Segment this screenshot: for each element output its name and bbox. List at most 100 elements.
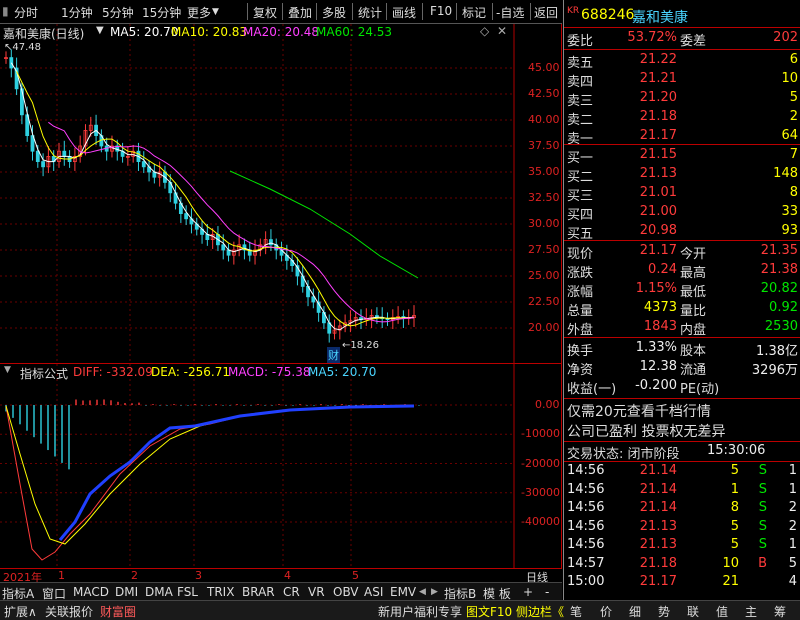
buy-level-volume: 148	[773, 166, 798, 181]
mark-button[interactable]: 标记	[462, 4, 486, 21]
stats-button[interactable]: 统计	[358, 4, 382, 21]
chevron-down-icon[interactable]: ▼	[4, 365, 11, 375]
buy-level-price: 21.15	[639, 147, 677, 162]
buy-level-row[interactable]: 买五 20.98 93	[564, 223, 800, 242]
candle-body	[62, 150, 67, 157]
sidebar-toggle[interactable]: 侧边栏《	[516, 603, 564, 620]
tick-side: B	[758, 555, 767, 571]
macd-tick-label: 0.00	[535, 398, 560, 411]
macd-canvas[interactable]	[0, 364, 562, 568]
tick-time: 14:56	[567, 500, 605, 515]
period-minute-tab[interactable]: 分时	[14, 4, 38, 21]
quote-label: 涨跌	[567, 266, 594, 281]
tick-side: S	[758, 481, 767, 497]
tick-price: 21.14	[639, 463, 677, 478]
macd-legend: MACD: -75.38	[228, 365, 311, 379]
tick-time: 14:56	[567, 537, 605, 552]
tick-volume: 5	[730, 537, 739, 552]
buy-level-price: 21.01	[639, 185, 677, 200]
tab-main[interactable]: 主	[745, 603, 757, 620]
tick-time: 14:56	[567, 463, 605, 478]
quote-panel: KR 688246 嘉和美康 委比 53.72% 委差 202 卖五 21.22 6…	[563, 0, 800, 600]
tick-volume: 1	[730, 481, 739, 497]
tick-count: 1	[788, 463, 797, 478]
fundamental-label: 换手	[567, 344, 594, 359]
tab-chips[interactable]: 筹	[774, 603, 786, 620]
financial-report-marker[interactable]: 财	[327, 347, 340, 363]
buy-level-row[interactable]: 买三 21.01 8	[564, 185, 800, 204]
settings-diamond-icon[interactable]: ◇	[480, 24, 489, 38]
tab-price[interactable]: 价	[600, 603, 612, 620]
chevron-down-icon[interactable]: ▼	[96, 25, 104, 36]
menu-toggle-icon[interactable]: ▮	[2, 4, 9, 18]
tab-trades[interactable]: 笔	[570, 603, 582, 620]
candle-body	[41, 161, 45, 168]
tab-link[interactable]: 联	[687, 603, 699, 620]
tab-emv[interactable]: EMV	[390, 585, 416, 599]
tab-dma[interactable]: DMA	[145, 585, 173, 599]
buy-level-row[interactable]: 买二 21.13 148	[564, 166, 800, 185]
chevron-down-icon[interactable]: ▼	[212, 7, 219, 17]
sell-level-row[interactable]: 卖四 21.21 10	[564, 71, 800, 90]
kline-canvas[interactable]	[0, 24, 562, 364]
close-icon[interactable]: ✕	[497, 24, 507, 38]
tab-dmi[interactable]: DMI	[115, 585, 138, 599]
period-5min-tab[interactable]: 5分钟	[102, 4, 134, 21]
expand-button[interactable]: 扩展∧	[4, 603, 37, 620]
sell-level-row[interactable]: 卖五 21.22 6	[564, 52, 800, 71]
graphic-f10-link[interactable]: 图文F10	[466, 603, 512, 620]
tab-cr[interactable]: CR	[283, 585, 300, 599]
sell-level-row[interactable]: 卖二 21.18 2	[564, 109, 800, 128]
tab-vr[interactable]: VR	[308, 585, 325, 599]
chevron-left-icon[interactable]: ◀	[419, 587, 426, 597]
quote-label: 最低	[680, 285, 707, 300]
tab-value[interactable]: 值	[716, 603, 728, 620]
indicator-formula-label[interactable]: 指标公式	[20, 365, 68, 382]
period-1min-tab[interactable]: 1分钟	[61, 4, 93, 21]
price-tick-label: 42.50	[528, 87, 560, 100]
wealth-circle-button[interactable]: 财富圈	[100, 603, 136, 620]
related-quote-button[interactable]: 关联报价	[45, 603, 93, 620]
f10-button[interactable]: F10	[430, 4, 452, 18]
buy-level-row[interactable]: 买四 21.00 33	[564, 204, 800, 223]
order-diff-label: 委差	[680, 34, 707, 49]
ma5-indicator-line	[58, 404, 415, 541]
tab-brar[interactable]: BRAR	[242, 585, 275, 599]
promo-thousand-levels[interactable]: 仅需20元查看千档行情	[564, 401, 800, 421]
chevron-right-icon[interactable]: ▶	[431, 587, 438, 597]
overlay-button[interactable]: 叠加	[288, 4, 312, 21]
trade-status-time: 15:30:06	[707, 443, 766, 458]
tab-obv[interactable]: OBV	[333, 585, 359, 599]
tick-side: S	[758, 463, 767, 478]
high-marker-label: ↖47.48	[4, 42, 42, 53]
tab-detail[interactable]: 细	[629, 603, 641, 620]
buy-level-row[interactable]: 买一 21.15 7	[564, 147, 800, 166]
zoom-out-button[interactable]: -	[545, 585, 549, 599]
candle-body	[221, 244, 226, 251]
ma10-legend: MA10: 20.83	[171, 25, 248, 39]
fundamental-value: 3296万	[751, 363, 798, 378]
kline-chart[interactable]: 嘉和美康(日线) ▼ MA5: 20.70 MA10: 20.83 MA20: …	[0, 24, 562, 364]
macd-chart[interactable]: ▼ 指标公式 DIFF: -332.09 DEA: -256.71 MACD: …	[0, 364, 562, 568]
period-more-tab[interactable]: 更多	[187, 4, 211, 21]
multi-stock-button[interactable]: 多股	[322, 4, 346, 21]
draw-line-button[interactable]: 画线	[392, 4, 416, 21]
back-button[interactable]: 返回	[534, 4, 558, 21]
new-user-benefit-link[interactable]: 新用户福利专享	[378, 603, 462, 620]
remove-favorite-button[interactable]: -自选	[496, 4, 524, 21]
quote-value: 20.82	[760, 281, 798, 296]
zoom-in-button[interactable]: +	[523, 585, 533, 599]
period-15min-tab[interactable]: 15分钟	[142, 4, 181, 21]
fundamental-value: 1.33%	[635, 340, 677, 355]
trade-status-row: 交易状态: 闭市阶段 15:30:06	[564, 443, 800, 462]
sell-level-row[interactable]: 卖三 21.20 5	[564, 90, 800, 109]
price-tick-label: 22.50	[528, 295, 560, 308]
adjust-button[interactable]: 复权	[253, 4, 277, 21]
tab-trend[interactable]: 势	[658, 603, 670, 620]
tab-trix[interactable]: TRIX	[207, 585, 234, 599]
low-marker-label: ←18.26	[342, 340, 380, 351]
tab-fsl[interactable]: FSL	[177, 585, 198, 599]
buy-level-price: 20.98	[639, 223, 677, 238]
tab-macd[interactable]: MACD	[73, 585, 109, 599]
tab-asi[interactable]: ASI	[364, 585, 383, 599]
